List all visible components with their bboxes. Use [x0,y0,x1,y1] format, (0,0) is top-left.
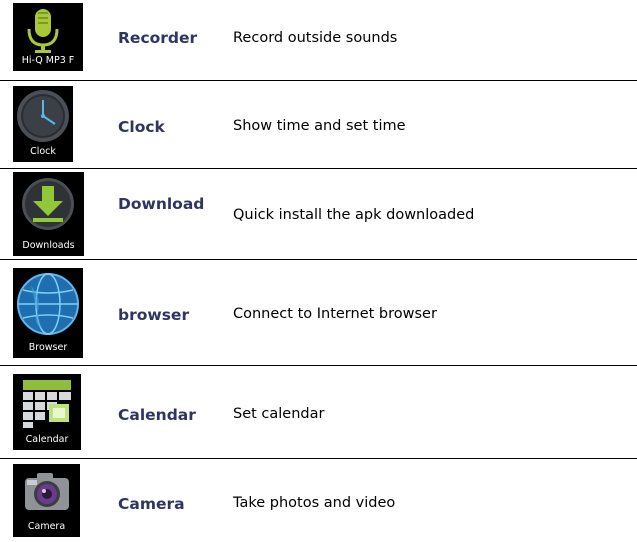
calendar-description: Set calendar [233,406,325,422]
browser-name: browser [118,306,190,324]
camera-app-thumbnail: Camera [13,464,80,537]
row-divider [0,458,637,459]
app-list-table: Hi-Q MP3 F Recorder Record outside sound… [0,0,637,542]
download-app-thumbnail: Downloads [13,172,84,256]
browser-description: Connect to Internet browser [233,306,437,322]
download-description: Quick install the apk downloaded [233,207,475,223]
recorder-name: Recorder [118,29,198,47]
row-divider [0,80,637,81]
recorder-description: Record outside sounds [233,30,398,46]
camera-caption: Camera [27,521,66,532]
row-divider [0,259,637,260]
download-caption: Downloads [22,240,75,251]
browser-caption: Browser [28,342,68,353]
camera-description: Take photos and video [233,495,396,511]
recorder-caption: Hi-Q MP3 F [21,55,75,66]
camera-name: Camera [118,495,185,513]
clock-app-thumbnail: Clock [13,86,73,162]
row-divider [0,365,637,366]
clock-description: Show time and set time [233,118,406,134]
clock-caption: Clock [30,146,56,157]
row-divider [0,168,637,169]
clock-name: Clock [118,118,165,136]
browser-app-thumbnail: Browser [13,268,83,358]
calendar-name: Calendar [118,406,196,424]
download-name: Download [118,195,205,213]
calendar-app-thumbnail: Calendar [13,374,81,450]
recorder-app-thumbnail: Hi-Q MP3 F [13,3,83,71]
calendar-caption: Calendar [25,434,69,445]
